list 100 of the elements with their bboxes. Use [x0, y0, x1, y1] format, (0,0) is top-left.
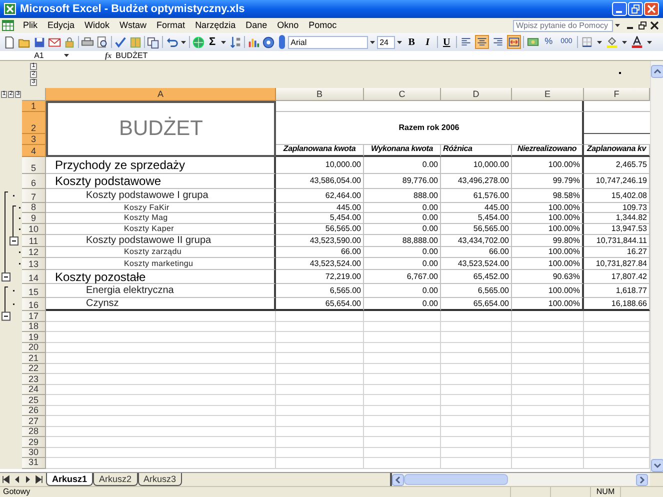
period-header: Razem rok 2006: [398, 122, 460, 134]
autosum-button[interactable]: Σ: [206, 34, 219, 50]
insert-function-button[interactable]: fx: [105, 50, 112, 62]
amount-cell: 65,654.00: [441, 298, 512, 311]
amount-cell: 100.00%: [512, 247, 584, 258]
amount-cell: 10,000.00: [441, 157, 512, 174]
row-header[interactable]: 28: [22, 426, 46, 437]
amount-cell: 99.79%: [512, 174, 584, 189]
row-header[interactable]: 30: [22, 448, 46, 458]
amount-cell: 66.00: [276, 247, 364, 258]
amount-cell: 10,000.00: [276, 157, 364, 174]
row-header[interactable]: 15: [22, 284, 46, 298]
row-header[interactable]: 12: [22, 247, 46, 258]
amount-cell: 43,434,702.00: [441, 235, 512, 247]
menu-item[interactable]: Plik: [18, 18, 43, 32]
title-cell: BUDŻET: [46, 101, 276, 157]
sheet-tab[interactable]: Arkusz1: [46, 472, 94, 486]
menu-item[interactable]: Edycja: [42, 18, 80, 32]
amount-cell: 0.00: [364, 298, 441, 311]
menu-item[interactable]: Format: [152, 18, 190, 32]
category-cell: Energia elektryczna: [46, 284, 276, 298]
row-header[interactable]: 7: [22, 189, 46, 203]
row-header[interactable]: 26: [22, 406, 46, 416]
amount-cell: 888.00: [364, 189, 441, 203]
amount-cell: 43,523,590.00: [276, 235, 364, 247]
category-cell: Koszty marketingu: [46, 258, 276, 270]
amount-cell: 99.80%: [512, 235, 584, 247]
column-header[interactable]: D: [441, 88, 512, 101]
row-header[interactable]: 24: [22, 384, 46, 395]
row-header[interactable]: 17: [22, 311, 46, 322]
row-header[interactable]: 29: [22, 437, 46, 448]
row-header[interactable]: 11: [22, 235, 46, 247]
column-header[interactable]: B: [276, 88, 364, 101]
help-search-field[interactable]: Wpisz pytanie do Pomocy: [513, 20, 613, 32]
column-header[interactable]: A: [46, 88, 276, 101]
amount-cell: 62,464.00: [276, 189, 364, 203]
amount-cell: 65,452.00: [441, 270, 512, 284]
row-header[interactable]: 3: [22, 134, 46, 145]
amount-cell: 43,523,524.00: [276, 258, 364, 270]
row-header[interactable]: 19: [22, 332, 46, 342]
amount-cell: 100.00%: [512, 298, 584, 311]
column-header[interactable]: F: [584, 88, 650, 101]
menu-item[interactable]: Narzędzia: [190, 18, 241, 32]
font-size-field[interactable]: 24: [376, 36, 395, 48]
row-header[interactable]: 9: [22, 213, 46, 224]
menu-item[interactable]: Dane: [240, 18, 272, 32]
category-cell: Koszty podstawowe: [46, 174, 276, 189]
bold-button[interactable]: B: [404, 35, 419, 49]
row-header[interactable]: 20: [22, 342, 46, 353]
row-header[interactable]: 16: [22, 298, 46, 311]
category-cell: Koszty podstawowe II grupa: [46, 235, 276, 247]
sheet-tab[interactable]: Arkusz3: [138, 472, 182, 486]
row-header[interactable]: 6: [22, 174, 46, 189]
row-header[interactable]: 13: [22, 258, 46, 270]
category-cell: Koszty podstawowe I grupa: [46, 189, 276, 203]
category-cell: Czynsz: [46, 298, 276, 311]
row-header[interactable]: 1: [22, 101, 46, 112]
amount-cell: 98.58%: [512, 189, 584, 203]
row-header[interactable]: 14: [22, 270, 46, 284]
row-header[interactable]: 8: [22, 203, 46, 213]
row-header[interactable]: 4: [22, 145, 46, 157]
row-header[interactable]: 31: [22, 458, 46, 469]
menu-item[interactable]: Wstaw: [114, 18, 152, 32]
category-cell: Przychody ze sprzedaży: [46, 157, 276, 174]
amount-cell: 43,496,278.00: [441, 174, 512, 189]
amount-cell: 100.00%: [512, 284, 584, 298]
amount-cell: 65,654.00: [276, 298, 364, 311]
amount-cell: 0.00: [364, 224, 441, 235]
column-header[interactable]: C: [364, 88, 441, 101]
row-header[interactable]: 23: [22, 374, 46, 384]
row-header[interactable]: 25: [22, 395, 46, 406]
category-cell: Koszy FaKir: [46, 203, 276, 213]
column-title: Różnica: [441, 145, 512, 157]
amount-cell: 0.00: [364, 203, 441, 213]
column-header[interactable]: E: [512, 88, 584, 101]
sheet-tab[interactable]: Arkusz2: [93, 472, 138, 486]
percent-button[interactable]: %: [542, 35, 556, 49]
underline-button[interactable]: U: [440, 35, 454, 49]
column-title: Zaplanowana kwota: [276, 145, 364, 157]
row-header[interactable]: 21: [22, 353, 46, 364]
menu-item[interactable]: Okno: [272, 18, 304, 32]
row-header[interactable]: 18: [22, 322, 46, 332]
category-cell: Koszty zarządu: [46, 247, 276, 258]
row-header[interactable]: 27: [22, 416, 46, 426]
category-cell: Koszty pozostałe: [46, 270, 276, 284]
name-box[interactable]: A1: [0, 50, 58, 60]
window-title: Microsoft Excel - Budżet optymistyczny.xls: [20, 2, 245, 17]
status-indicator: NUM: [590, 487, 620, 497]
amount-cell: 6,767.00: [364, 270, 441, 284]
row-header[interactable]: 10: [22, 224, 46, 235]
font-field[interactable]: Arial: [288, 36, 368, 48]
formula-field[interactable]: BUDŻET: [116, 50, 148, 60]
row-header[interactable]: 22: [22, 364, 46, 374]
row-header[interactable]: 2: [22, 112, 46, 134]
row-header[interactable]: 5: [22, 157, 46, 174]
italic-button[interactable]: I: [420, 35, 435, 49]
menu-item[interactable]: Pomoc: [304, 18, 342, 32]
status-text: Gotowy: [3, 488, 30, 496]
amount-cell: 88,888.00: [364, 235, 441, 247]
menu-item[interactable]: Widok: [80, 18, 115, 32]
